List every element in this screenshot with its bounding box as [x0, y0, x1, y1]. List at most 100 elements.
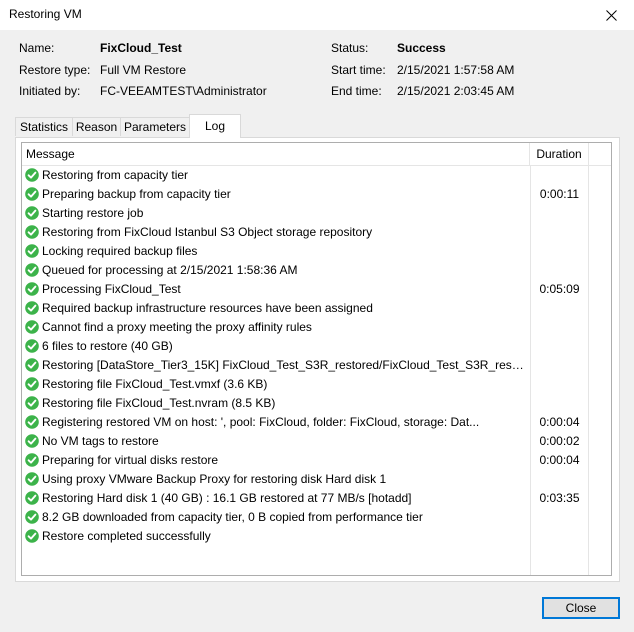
log-duration: 0:00:11	[539, 187, 580, 201]
status-label: Status:	[331, 41, 369, 55]
log-row[interactable]: Restoring from FixCloud Istanbul S3 Obje…	[22, 223, 611, 242]
column-header-message[interactable]: Message	[22, 143, 530, 165]
log-row[interactable]: Restoring file FixCloud_Test.nvram (8.5 …	[22, 394, 611, 413]
duration-cell	[530, 166, 589, 185]
log-message: Restoring file FixCloud_Test.vmxf (3.6 K…	[42, 377, 268, 391]
log-row[interactable]: Starting restore job	[22, 204, 611, 223]
log-message: Restoring [DataStore_Tier3_15K] FixCloud…	[42, 358, 526, 372]
log-row[interactable]: 8.2 GB downloaded from capacity tier, 0 …	[22, 508, 611, 527]
empty-list-area	[22, 546, 611, 575]
success-check-icon	[25, 320, 39, 334]
log-message: 6 files to restore (40 GB)	[42, 339, 173, 353]
log-row[interactable]: Using proxy VMware Backup Proxy for rest…	[22, 470, 611, 489]
restore-type-value: Full VM Restore	[100, 63, 187, 77]
log-row[interactable]: Restoring Hard disk 1 (40 GB) : 16.1 GB …	[22, 489, 611, 508]
log-message: Registering restored VM on host: ', pool…	[42, 415, 480, 429]
log-message: Restoring file FixCloud_Test.nvram (8.5 …	[42, 396, 276, 410]
tab-reason[interactable]: Reason	[72, 117, 121, 136]
log-duration: 0:00:04	[539, 415, 580, 429]
name-label: Name:	[19, 41, 55, 55]
log-row[interactable]: Restoring from capacity tier	[22, 166, 611, 185]
log-message: Locking required backup files	[42, 244, 198, 258]
duration-cell	[530, 375, 589, 394]
duration-cell	[530, 223, 589, 242]
duration-cell	[530, 356, 589, 375]
log-list[interactable]: Message Duration Restoring from capacity…	[21, 142, 612, 576]
success-check-icon	[25, 282, 39, 296]
success-check-icon	[25, 168, 39, 182]
success-check-icon	[25, 472, 39, 486]
log-row[interactable]: Required backup infrastructure resources…	[22, 299, 611, 318]
duration-cell	[530, 318, 589, 337]
log-duration: 0:05:09	[539, 282, 580, 296]
duration-cell	[530, 261, 589, 280]
log-row[interactable]: Registering restored VM on host: ', pool…	[22, 413, 611, 432]
success-check-icon	[25, 225, 39, 239]
success-check-icon	[25, 187, 39, 201]
tab-log[interactable]: Log	[189, 114, 241, 138]
success-check-icon	[25, 358, 39, 372]
initiated-by-label: Initiated by:	[19, 84, 81, 98]
log-message: Restoring from FixCloud Istanbul S3 Obje…	[42, 225, 373, 239]
tab-parameters[interactable]: Parameters	[120, 117, 190, 136]
duration-cell	[530, 527, 589, 546]
window-title: Restoring VM	[9, 7, 82, 21]
success-check-icon	[25, 339, 39, 353]
close-icon	[605, 9, 617, 21]
success-check-icon	[25, 263, 39, 277]
column-header-duration[interactable]: Duration	[530, 143, 589, 165]
log-duration: 0:00:04	[539, 453, 580, 467]
log-message: Restore completed successfully	[42, 529, 211, 543]
log-row[interactable]: Preparing backup from capacity tier 0:00:…	[22, 185, 611, 204]
log-message: Queued for processing at 2/15/2021 1:58:…	[42, 263, 298, 277]
restore-type-label: Restore type:	[19, 63, 91, 77]
log-message: Starting restore job	[42, 206, 144, 220]
success-check-icon	[25, 377, 39, 391]
log-row[interactable]: Locking required backup files	[22, 242, 611, 261]
start-time-value: 2/15/2021 1:57:58 AM	[397, 63, 515, 77]
success-check-icon	[25, 301, 39, 315]
end-time-value: 2/15/2021 2:03:45 AM	[397, 84, 515, 98]
log-rows: Restoring from capacity tier Preparing ba…	[22, 166, 611, 575]
log-row[interactable]: Restore completed successfully	[22, 527, 611, 546]
log-message: No VM tags to restore	[42, 434, 159, 448]
log-message: Processing FixCloud_Test	[42, 282, 181, 296]
success-check-icon	[25, 453, 39, 467]
success-check-icon	[25, 491, 39, 505]
log-row[interactable]: Queued for processing at 2/15/2021 1:58:…	[22, 261, 611, 280]
success-check-icon	[25, 510, 39, 524]
name-value: FixCloud_Test	[100, 41, 182, 55]
log-message: Restoring from capacity tier	[42, 168, 189, 182]
log-message: Preparing for virtual disks restore	[42, 453, 219, 467]
log-row[interactable]: Restoring [DataStore_Tier3_15K] FixCloud…	[22, 356, 611, 375]
log-list-header: Message Duration	[22, 143, 611, 166]
start-time-label: Start time:	[331, 63, 386, 77]
log-duration: 0:00:02	[539, 434, 580, 448]
window-close-button[interactable]	[588, 0, 634, 30]
log-row[interactable]: Preparing for virtual disks restore 0:00:…	[22, 451, 611, 470]
log-row[interactable]: Cannot find a proxy meeting the proxy af…	[22, 318, 611, 337]
success-check-icon	[25, 396, 39, 410]
title-bar: Restoring VM	[0, 0, 634, 30]
duration-cell	[530, 242, 589, 261]
log-message: Preparing backup from capacity tier	[42, 187, 231, 201]
success-check-icon	[25, 529, 39, 543]
duration-cell	[530, 394, 589, 413]
status-value: Success	[397, 41, 446, 55]
duration-cell	[530, 508, 589, 527]
log-tab-panel: Message Duration Restoring from capacity…	[15, 137, 620, 582]
tab-statistics[interactable]: Statistics	[15, 117, 73, 136]
log-row[interactable]: Processing FixCloud_Test 0:05:09	[22, 280, 611, 299]
log-row[interactable]: Restoring file FixCloud_Test.vmxf (3.6 K…	[22, 375, 611, 394]
initiated-by-value: FC-VEEAMTEST\Administrator	[100, 84, 267, 98]
duration-cell	[530, 299, 589, 318]
end-time-label: End time:	[331, 84, 382, 98]
success-check-icon	[25, 206, 39, 220]
duration-cell	[530, 470, 589, 489]
log-row[interactable]: 6 files to restore (40 GB)	[22, 337, 611, 356]
duration-cell	[530, 337, 589, 356]
close-button[interactable]: Close	[542, 597, 620, 619]
log-message: Using proxy VMware Backup Proxy for rest…	[42, 472, 387, 486]
duration-cell	[530, 204, 589, 223]
log-row[interactable]: No VM tags to restore 0:00:02	[22, 432, 611, 451]
